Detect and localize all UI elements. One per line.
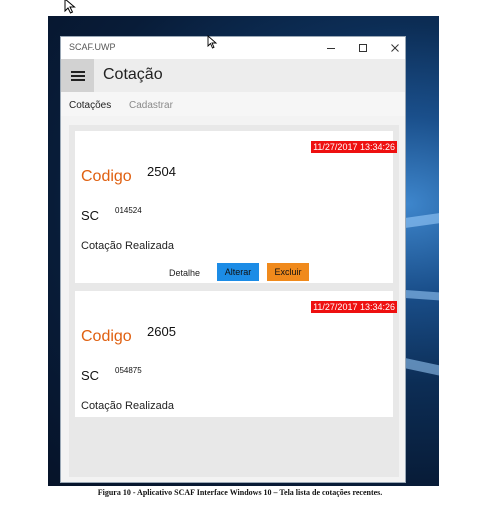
close-icon[interactable] [387,40,403,56]
window-title: SCAF.UWP [69,42,116,52]
hamburger-menu-icon[interactable] [61,59,94,92]
tab-bar: Cotações Cadastrar [61,92,405,116]
tab-cadastrar[interactable]: Cadastrar [129,100,173,111]
mouse-cursor-icon [64,0,76,14]
sc-label: SC [81,208,100,223]
excluir-button[interactable]: Excluir [267,263,309,281]
status-text: Cotação Realizada [81,400,174,412]
app-bar: Cotação [61,59,405,92]
maximize-icon[interactable] [355,40,371,56]
figure-caption: Figura 10 - Aplicativo SCAF Interface Wi… [97,488,383,497]
codigo-label: Codigo [81,168,132,185]
page-title: Cotação [103,66,163,83]
tab-cotacoes[interactable]: Cotações [69,100,111,111]
date-badge: 11/27/2017 13:34:26 [311,301,397,313]
codigo-value: 2504 [147,164,176,179]
sc-value: 054875 [115,366,142,375]
date-badge: 11/27/2017 13:34:26 [311,141,397,153]
codigo-label: Codigo [81,328,132,345]
app-window: SCAF.UWP Cotação Cotações Cadastrar 11/2… [60,35,406,483]
status-text: Cotação Realizada [81,240,174,252]
mouse-cursor-icon [207,35,218,49]
detalhe-button[interactable]: Detalhe [169,268,200,278]
list-item[interactable]: 11/27/2017 13:34:26 Codigo 2605 SC 05487… [75,291,397,417]
list-item[interactable]: 11/27/2017 13:34:26 Codigo 2504 SC 01452… [75,131,397,283]
alterar-button[interactable]: Alterar [217,263,259,281]
codigo-value: 2605 [147,324,176,339]
quotation-list: 11/27/2017 13:34:26 Codigo 2504 SC 01452… [69,125,399,477]
title-bar[interactable]: SCAF.UWP [61,35,405,59]
sc-value: 014524 [115,206,142,215]
minimize-icon[interactable] [323,40,339,56]
sc-label: SC [81,368,100,383]
